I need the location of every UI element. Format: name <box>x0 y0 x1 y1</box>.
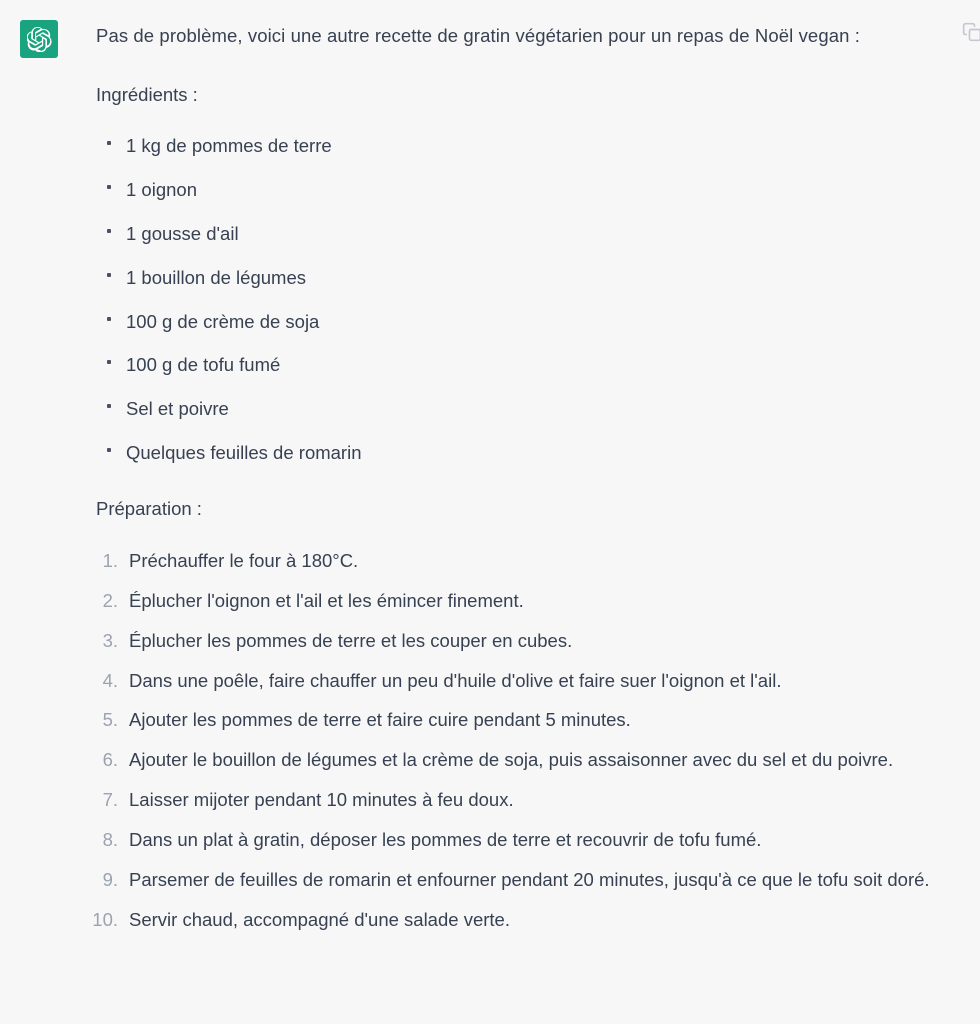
preparation-steps-list: 1. Préchauffer le four à 180°C. 2. Épluche… <box>92 548 946 934</box>
step-text: Parsemer de feuilles de romarin et enfou… <box>129 868 930 890</box>
list-item: 1. Préchauffer le four à 180°C. <box>96 548 946 575</box>
step-number: 4. <box>102 669 118 691</box>
step-number: 1. <box>102 550 118 572</box>
list-item: 1 gousse d'ail <box>96 222 946 247</box>
list-item: 100 g de tofu fumé <box>96 353 946 378</box>
ingredients-list: 1 kg de pommes de terre 1 oignon 1 gouss… <box>96 134 946 467</box>
ingredients-heading: Ingrédients : <box>96 83 198 105</box>
list-item: 4. Dans une poêle, faire chauffer un peu … <box>96 668 946 695</box>
step-text: Servir chaud, accompagné d'une salade ve… <box>129 908 510 930</box>
step-number: 3. <box>102 629 118 651</box>
assistant-message-row: Pas de problème, voici une autre recette… <box>0 0 980 1024</box>
list-item: Quelques feuilles de romarin <box>96 441 946 466</box>
step-number: 2. <box>102 590 118 611</box>
list-item: 7. Laisser mijoter pendant 10 minutes à f… <box>96 787 946 814</box>
step-text: Laisser mijoter pendant 10 minutes à feu… <box>129 789 514 811</box>
step-text: Préchauffer le four à 180°C. <box>129 550 359 572</box>
list-item: 5. Ajouter les pommes de terre et faire c… <box>96 707 946 734</box>
list-item: Sel et poivre <box>96 397 946 422</box>
step-text: Éplucher l'oignon et l'ail et les émince… <box>129 590 524 611</box>
list-item: 9. Parsemer de feuilles de romarin et enf… <box>96 867 946 894</box>
list-item: 6. Ajouter le bouillon de légumes et la c… <box>96 747 946 774</box>
openai-logo-icon <box>26 26 52 52</box>
copy-icon[interactable] <box>962 22 980 44</box>
step-number: 5. <box>102 709 118 731</box>
list-item: 100 g de crème de soja <box>96 310 946 335</box>
step-text: Ajouter le bouillon de légumes et la crè… <box>129 749 894 771</box>
step-text: Dans une poêle, faire chauffer un peu d'… <box>129 669 782 691</box>
list-item: 1 kg de pommes de terre <box>96 134 946 159</box>
preparation-heading: Préparation : <box>96 498 202 520</box>
avatar <box>20 20 58 58</box>
step-number: 6. <box>102 749 118 771</box>
list-item: 2. Éplucher l'oignon et l'ail et les émin… <box>96 588 946 615</box>
avatar-column <box>0 20 96 58</box>
list-item: 8. Dans un plat à gratin, déposer les pom… <box>96 827 946 854</box>
step-number: 7. <box>102 789 118 811</box>
list-item: 1 bouillon de légumes <box>96 266 946 291</box>
intro-paragraph: Pas de problème, voici une autre recette… <box>96 25 860 46</box>
step-text: Éplucher les pommes de terre et les coup… <box>129 629 573 651</box>
list-item: 3. Éplucher les pommes de terre et les co… <box>96 628 946 655</box>
step-text: Ajouter les pommes de terre et faire cui… <box>129 709 631 731</box>
step-text: Dans un plat à gratin, déposer les pomme… <box>129 828 762 850</box>
list-item: 1 oignon <box>96 178 946 203</box>
message-content: Pas de problème, voici une autre recette… <box>92 20 980 946</box>
step-number: 8. <box>102 828 118 850</box>
list-item: 10. Servir chaud, accompagné d'une salade… <box>92 907 946 934</box>
step-number: 10. <box>92 908 118 930</box>
step-number: 9. <box>102 868 118 890</box>
